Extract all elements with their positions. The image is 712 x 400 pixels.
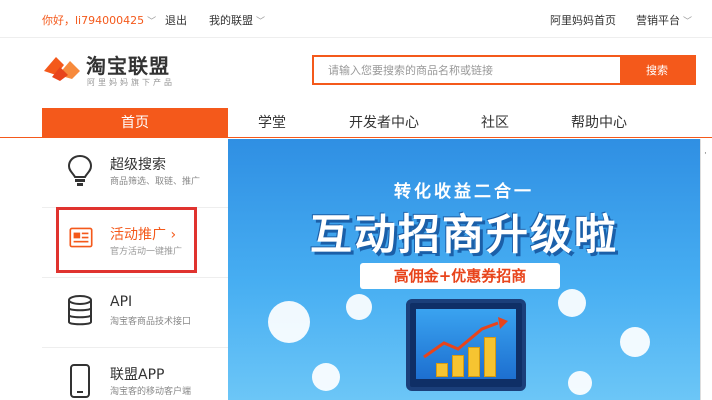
logout-link[interactable]: 退出 <box>165 12 187 28</box>
database-icon <box>68 295 92 326</box>
sidebar-item-desc: 淘宝客商品技术接口 <box>110 317 192 327</box>
sidebar-item-title: API <box>110 294 133 310</box>
search-bar: 搜索 <box>312 55 696 85</box>
coin-stack <box>468 347 480 377</box>
money-icon <box>620 327 650 357</box>
monitor-illustration <box>406 299 526 391</box>
sidebar-item-desc: 商品筛选、取链、推广 <box>110 177 201 187</box>
sidebar-item-title: 联盟APP <box>110 367 165 383</box>
chevron-down-icon: ﹀ <box>683 17 693 27</box>
my-union-label: 我的联盟 <box>209 14 253 27</box>
marketing-platform-label: 营销平台 <box>636 14 680 27</box>
promo-banner[interactable]: 转化收益二合一 互动招商升级啦 高佣金+优惠券招商 <box>228 139 700 400</box>
lightbulb-icon <box>67 154 93 186</box>
banner-pill: 高佣金+优惠券招商 <box>360 263 560 289</box>
search-button[interactable]: 搜索 <box>620 57 694 83</box>
banner-line1: 转化收益二合一 <box>394 182 534 202</box>
top-bar: 你好，li794000425 ﹀ 退出 我的联盟 ﹀ 阿里妈妈首页 营销平台 ﹀ <box>0 0 712 38</box>
marketing-platform-menu[interactable]: 营销平台 ﹀ <box>636 12 692 28</box>
taobao-union-logo-icon[interactable] <box>42 53 82 83</box>
chart-icon <box>568 371 592 395</box>
sidebar-item-union-app[interactable]: 联盟APP 淘宝客的移动客户端 <box>42 348 228 400</box>
coin-stack <box>452 355 464 377</box>
search-input[interactable] <box>314 57 622 83</box>
edge-fragment: · <box>704 149 707 159</box>
sidebar-item-api[interactable]: API 淘宝客商品技术接口 <box>42 278 228 348</box>
sidebar-item-super-search[interactable]: 超级搜索 商品筛选、取链、推广 <box>42 138 228 208</box>
tab-developer-center[interactable]: 开发者中心 <box>349 108 419 138</box>
banner-edge: · <box>700 139 712 400</box>
chevron-down-icon: ﹀ <box>256 17 266 27</box>
logo-subtitle: 阿里妈妈旗下产品 <box>87 78 175 87</box>
highlight-annotation-box <box>56 207 197 273</box>
user-greeting[interactable]: 你好，li794000425 ﹀ <box>42 12 156 28</box>
chat-icon <box>312 363 340 391</box>
person-desk-icon <box>268 301 310 343</box>
tab-community[interactable]: 社区 <box>481 108 509 138</box>
coin-stack <box>484 337 496 377</box>
thumbs-up-icon <box>558 289 586 317</box>
my-union-menu[interactable]: 我的联盟 ﹀ <box>209 12 265 28</box>
monitor-screen <box>416 309 516 379</box>
logo-title[interactable]: 淘宝联盟 <box>86 50 170 79</box>
globe-icon <box>346 294 372 320</box>
tab-help-center[interactable]: 帮助中心 <box>571 108 627 138</box>
alimama-home-link[interactable]: 阿里妈妈首页 <box>550 12 616 28</box>
tab-home[interactable]: 首页 <box>42 108 228 138</box>
phone-icon <box>70 364 90 398</box>
main-nav: 首页 学堂 开发者中心 社区 帮助中心 <box>0 108 712 138</box>
coin-stack <box>436 363 448 377</box>
banner-line2: 互动招商升级啦 <box>309 210 618 259</box>
sidebar-item-desc: 淘宝客的移动客户端 <box>110 387 192 397</box>
trend-arrow-icon <box>423 317 508 359</box>
greeting-text: 你好，li794000425 <box>42 14 145 27</box>
tab-academy[interactable]: 学堂 <box>258 108 286 138</box>
chevron-down-icon: ﹀ <box>147 17 157 27</box>
sidebar-item-title: 超级搜索 <box>110 157 166 173</box>
